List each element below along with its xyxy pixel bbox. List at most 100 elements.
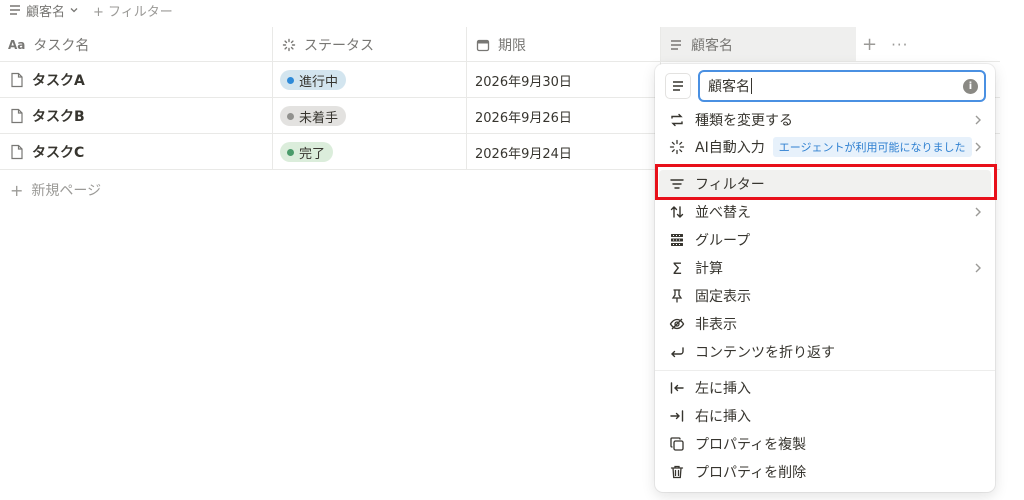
column-header-status[interactable]: ステータス (282, 27, 374, 62)
status-icon (282, 38, 296, 51)
menu-item-change-type[interactable]: 種類を変更する (659, 106, 991, 134)
add-filter-label: + フィルター (93, 4, 173, 20)
menu-item-sort[interactable]: 並べ替え (659, 198, 991, 226)
text-type-icon: Aa (8, 37, 26, 52)
status-cell[interactable]: 完了 (280, 134, 334, 170)
header-actions: + ··· (862, 27, 908, 62)
page-icon (11, 108, 23, 124)
more-options-button[interactable]: ··· (891, 36, 908, 54)
list-icon (10, 5, 20, 15)
new-page-button[interactable]: + 新規ページ (10, 180, 101, 200)
status-label: 完了 (299, 146, 326, 162)
duplicate-icon (667, 434, 687, 454)
insert-left-icon (667, 378, 687, 398)
page-icon (11, 144, 23, 160)
view-selector[interactable]: 顧客名 (8, 1, 79, 20)
task-name-cell[interactable]: タスクA (10, 62, 85, 98)
plus-icon: + (10, 180, 24, 200)
due-date: 2026年9月26日 (475, 110, 572, 126)
text-lines-icon (673, 81, 683, 91)
column-header-label: ステータス (304, 37, 374, 54)
new-page-label: 新規ページ (31, 183, 102, 199)
menu-item-calculate[interactable]: Σ 計算 (659, 254, 991, 282)
add-filter-button[interactable]: + フィルター (93, 1, 173, 20)
due-date: 2026年9月30日 (475, 74, 572, 90)
menu-item-label: プロパティを複製 (695, 437, 807, 453)
column-header-due[interactable]: 期限 (476, 27, 526, 62)
due-date: 2026年9月24日 (475, 146, 572, 162)
status-dot-icon (287, 76, 294, 84)
menu-item-label: 右に挿入 (695, 409, 751, 425)
status-cell[interactable]: 進行中 (280, 62, 347, 98)
due-cell[interactable]: 2026年9月24日 (475, 134, 572, 170)
task-name-cell[interactable]: タスクB (10, 98, 85, 134)
insert-right-icon (667, 406, 687, 426)
menu-item-label: 並べ替え (695, 205, 751, 221)
task-name-cell[interactable]: タスクC (10, 134, 84, 170)
column-header-label: タスク名 (33, 37, 90, 54)
sort-icon (667, 202, 687, 222)
sigma-icon: Σ (671, 258, 683, 278)
trash-icon (667, 462, 687, 482)
due-cell[interactable]: 2026年9月30日 (475, 62, 572, 98)
menu-item-hide[interactable]: 非表示 (659, 310, 991, 338)
menu-item-delete[interactable]: プロパティを削除 (659, 458, 991, 486)
text-cursor (751, 78, 752, 94)
text-lines-icon (671, 39, 681, 50)
column-divider (272, 27, 273, 170)
due-cell[interactable]: 2026年9月26日 (475, 98, 572, 134)
status-badge: 未着手 (280, 106, 347, 126)
menu-item-label: 非表示 (695, 317, 737, 333)
chevron-right-icon (975, 142, 981, 152)
menu-item-label: 種類を変更する (695, 113, 793, 129)
column-header-customer[interactable]: 顧客名 (669, 27, 733, 62)
status-label: 未着手 (299, 110, 339, 126)
status-badge: 完了 (280, 142, 334, 162)
page-icon (11, 72, 23, 88)
property-type-button[interactable] (665, 73, 691, 99)
column-header-task-name[interactable]: Aa タスク名 (8, 27, 89, 62)
menu-item-wrap[interactable]: コンテンツを折り返す (659, 338, 991, 366)
agent-available-badge: エージェントが利用可能になりました (772, 137, 972, 157)
menu-divider (655, 370, 995, 371)
menu-item-ai-autofill[interactable]: AI自動入力 エージェントが利用可能になりました (659, 133, 991, 161)
menu-item-label: 固定表示 (695, 289, 751, 305)
calendar-icon (476, 39, 490, 51)
ai-sparkle-icon (667, 137, 687, 157)
wrap-text-icon (667, 342, 687, 362)
property-name-input[interactable]: 顧客名 i (698, 70, 986, 102)
menu-item-label: AI自動入力 (695, 140, 765, 156)
add-column-button[interactable]: + (862, 34, 877, 55)
column-header-label: 期限 (498, 37, 526, 54)
pin-icon (667, 286, 687, 306)
chevron-down-icon (70, 8, 78, 13)
column-header-label: 顧客名 (691, 37, 733, 54)
group-icon (667, 230, 687, 250)
status-dot-icon (287, 112, 294, 120)
view-toolbar: 顧客名 + フィルター (0, 0, 173, 20)
property-name-value: 顧客名 (708, 79, 750, 95)
status-dot-icon (287, 148, 294, 156)
eye-off-icon (667, 314, 687, 334)
property-name-row: 顧客名 i (665, 70, 987, 102)
menu-item-pin[interactable]: 固定表示 (659, 282, 991, 310)
menu-item-insert-right[interactable]: 右に挿入 (659, 402, 991, 430)
task-name: タスクB (32, 109, 85, 125)
property-menu: 顧客名 i 種類を変更する AI自動入力 エージェントが利用可能になりました フ… (655, 64, 995, 492)
menu-item-insert-left[interactable]: 左に挿入 (659, 374, 991, 402)
chevron-right-icon (975, 263, 981, 273)
status-label: 進行中 (299, 74, 339, 90)
menu-item-duplicate[interactable]: プロパティを複製 (659, 430, 991, 458)
menu-item-label: 計算 (695, 261, 723, 277)
chevron-right-icon (975, 115, 981, 125)
status-badge: 進行中 (280, 70, 347, 90)
menu-item-label: プロパティを削除 (695, 465, 807, 481)
status-cell[interactable]: 未着手 (280, 98, 347, 134)
menu-item-group[interactable]: グループ (659, 226, 991, 254)
menu-item-label: グループ (695, 233, 751, 249)
menu-item-label: コンテンツを折り返す (695, 345, 835, 361)
menu-item-label: 左に挿入 (695, 381, 751, 397)
filter-highlight-annotation (655, 164, 997, 200)
info-icon[interactable]: i (963, 79, 978, 94)
view-label: 顧客名 (26, 4, 66, 20)
